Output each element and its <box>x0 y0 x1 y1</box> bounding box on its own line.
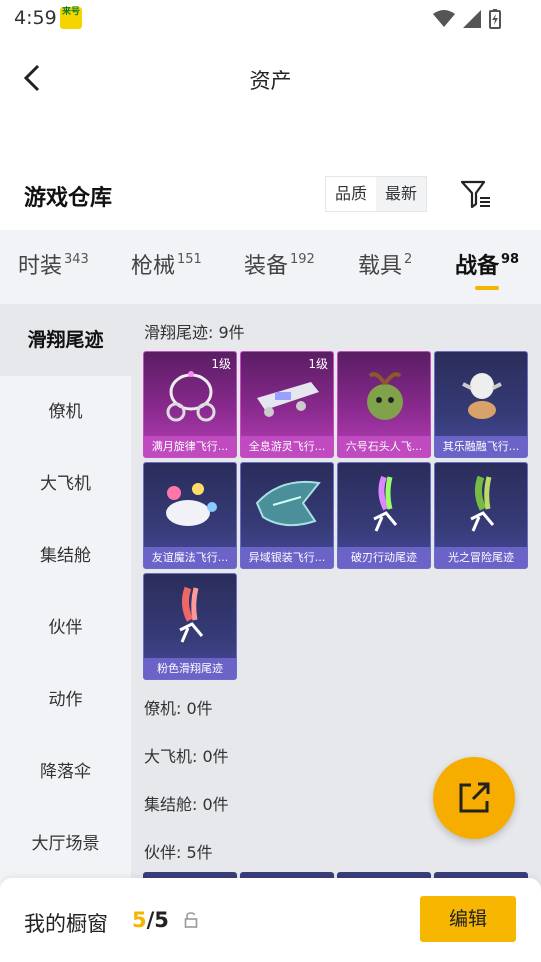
tab-label: 时装 <box>18 254 63 279</box>
item-card[interactable]: 光之冒险尾迹 <box>434 462 528 569</box>
trail-figure-icon <box>373 475 398 532</box>
section-count: 9件 <box>218 323 245 342</box>
item-card[interactable]: 其乐融融飞行... <box>434 351 528 458</box>
sort-by-quality-button[interactable]: 品质 <box>326 177 377 211</box>
tab-count: 2 <box>404 252 413 267</box>
penguin-icon <box>462 373 502 419</box>
tab-label: 载具 <box>358 254 403 279</box>
title-bar: 资产 <box>0 50 541 106</box>
section-count: 0件 <box>202 747 229 766</box>
section-header-big-plane: 大飞机: 0件 <box>144 743 229 767</box>
item-name: 满月旋律飞行... <box>144 436 236 457</box>
section-label: 大飞机: <box>144 747 198 766</box>
tab-label: 枪械 <box>131 254 176 279</box>
app-notification-icon: 来号 <box>60 7 82 29</box>
tab-count: 98 <box>501 252 520 267</box>
stone-golem-icon <box>367 372 403 420</box>
tab-combat-gear[interactable]: 战备 98 <box>455 248 519 280</box>
item-name: 其乐融融飞行... <box>435 436 527 457</box>
share-button[interactable] <box>433 757 515 839</box>
carriage-icon <box>166 371 216 422</box>
section-label: 僚机: <box>144 699 182 718</box>
sort-by-newest-button[interactable]: 最新 <box>376 177 426 211</box>
section-count: 0件 <box>202 795 229 814</box>
category-tabs: 时装 343 枪械 151 装备 192 载具 2 战备 98 <box>0 230 541 304</box>
section-label: 集结舱: <box>144 795 198 814</box>
active-tab-indicator <box>475 286 499 290</box>
tab-label: 装备 <box>244 254 289 279</box>
sidebar-item-lobby-scene[interactable]: 大厅场景 <box>0 808 131 880</box>
item-name: 异域银装飞行... <box>241 547 333 568</box>
sort-toggle: 品质 最新 <box>325 176 428 212</box>
item-card[interactable]: 异域银装飞行... <box>240 462 334 569</box>
showcase-bar: 我的橱窗 5/5 编辑 <box>0 878 541 962</box>
item-card[interactable]: 1级 满月旋律飞行... <box>143 351 237 458</box>
showcase-count: 5/5 <box>132 908 169 932</box>
sidebar-item-big-plane[interactable]: 大飞机 <box>0 448 131 520</box>
item-card[interactable]: 1级 全息游灵飞行... <box>240 351 334 458</box>
showcase-label: 我的橱窗 <box>24 912 108 936</box>
item-name: 破刃行动尾迹 <box>338 547 430 568</box>
tab-vehicles[interactable]: 载具 2 <box>358 248 412 280</box>
item-card[interactable]: 粉色滑翔尾迹 <box>143 573 237 680</box>
sidebar-item-glide-trail[interactable]: 滑翔尾迹 <box>0 304 131 376</box>
filter-icon[interactable] <box>458 176 494 212</box>
status-icons <box>433 9 501 29</box>
tab-label: 战备 <box>455 254 500 279</box>
trail-figure-icon <box>179 586 204 643</box>
item-name: 友谊魔法飞行... <box>144 547 236 568</box>
tab-guns[interactable]: 枪械 151 <box>131 248 202 280</box>
lock-icon <box>184 912 198 928</box>
item-card[interactable]: 破刃行动尾迹 <box>337 462 431 569</box>
sidebar-item-emote[interactable]: 动作 <box>0 664 131 736</box>
warehouse-title: 游戏仓库 <box>24 186 113 211</box>
item-name: 光之冒险尾迹 <box>435 547 527 568</box>
battery-icon <box>489 9 501 29</box>
sidebar-item-wingman[interactable]: 僚机 <box>0 376 131 448</box>
showcase-current: 5 <box>132 908 147 932</box>
share-icon <box>459 782 490 813</box>
status-time: 4:59 <box>14 7 57 29</box>
tab-count: 151 <box>177 252 202 267</box>
page-title: 资产 <box>249 69 292 93</box>
hover-craft-icon <box>257 382 319 417</box>
signal-icon <box>463 10 481 28</box>
item-card[interactable]: 六号石头人飞... <box>337 351 431 458</box>
tab-fashion[interactable]: 时装 343 <box>18 248 89 280</box>
sidebar-item-parachute[interactable]: 降落伞 <box>0 736 131 808</box>
magic-cloud-icon <box>166 483 217 526</box>
section-header-glide-trail: 滑翔尾迹: 9件 <box>144 319 245 343</box>
tab-equipment[interactable]: 装备 192 <box>244 248 315 280</box>
subcategory-sidebar: 滑翔尾迹 僚机 大飞机 集结舱 伙伴 动作 降落伞 大厅场景 <box>0 304 131 894</box>
tab-count: 192 <box>290 252 315 267</box>
section-label: 伙伴: <box>144 843 182 862</box>
section-count: 0件 <box>186 699 213 718</box>
wing-glider-icon <box>255 480 321 527</box>
tab-count: 343 <box>64 252 89 267</box>
item-name: 六号石头人飞... <box>338 436 430 457</box>
item-card[interactable]: 友谊魔法飞行... <box>143 462 237 569</box>
section-label: 滑翔尾迹: <box>144 323 214 342</box>
edit-button[interactable]: 编辑 <box>420 896 516 942</box>
sidebar-item-partner[interactable]: 伙伴 <box>0 592 131 664</box>
wifi-icon <box>433 10 455 27</box>
section-header-wingman: 僚机: 0件 <box>144 695 213 719</box>
status-bar: 4:59 来号 <box>0 0 541 36</box>
section-header-partner: 伙伴: 5件 <box>144 839 213 863</box>
item-name: 全息游灵飞行... <box>241 436 333 457</box>
item-name: 粉色滑翔尾迹 <box>144 658 236 679</box>
section-header-assembly-pod: 集结舱: 0件 <box>144 791 229 815</box>
trail-figure-icon <box>470 475 495 532</box>
showcase-total: 5 <box>154 908 169 932</box>
sidebar-item-assembly-pod[interactable]: 集结舱 <box>0 520 131 592</box>
section-count: 5件 <box>186 843 213 862</box>
